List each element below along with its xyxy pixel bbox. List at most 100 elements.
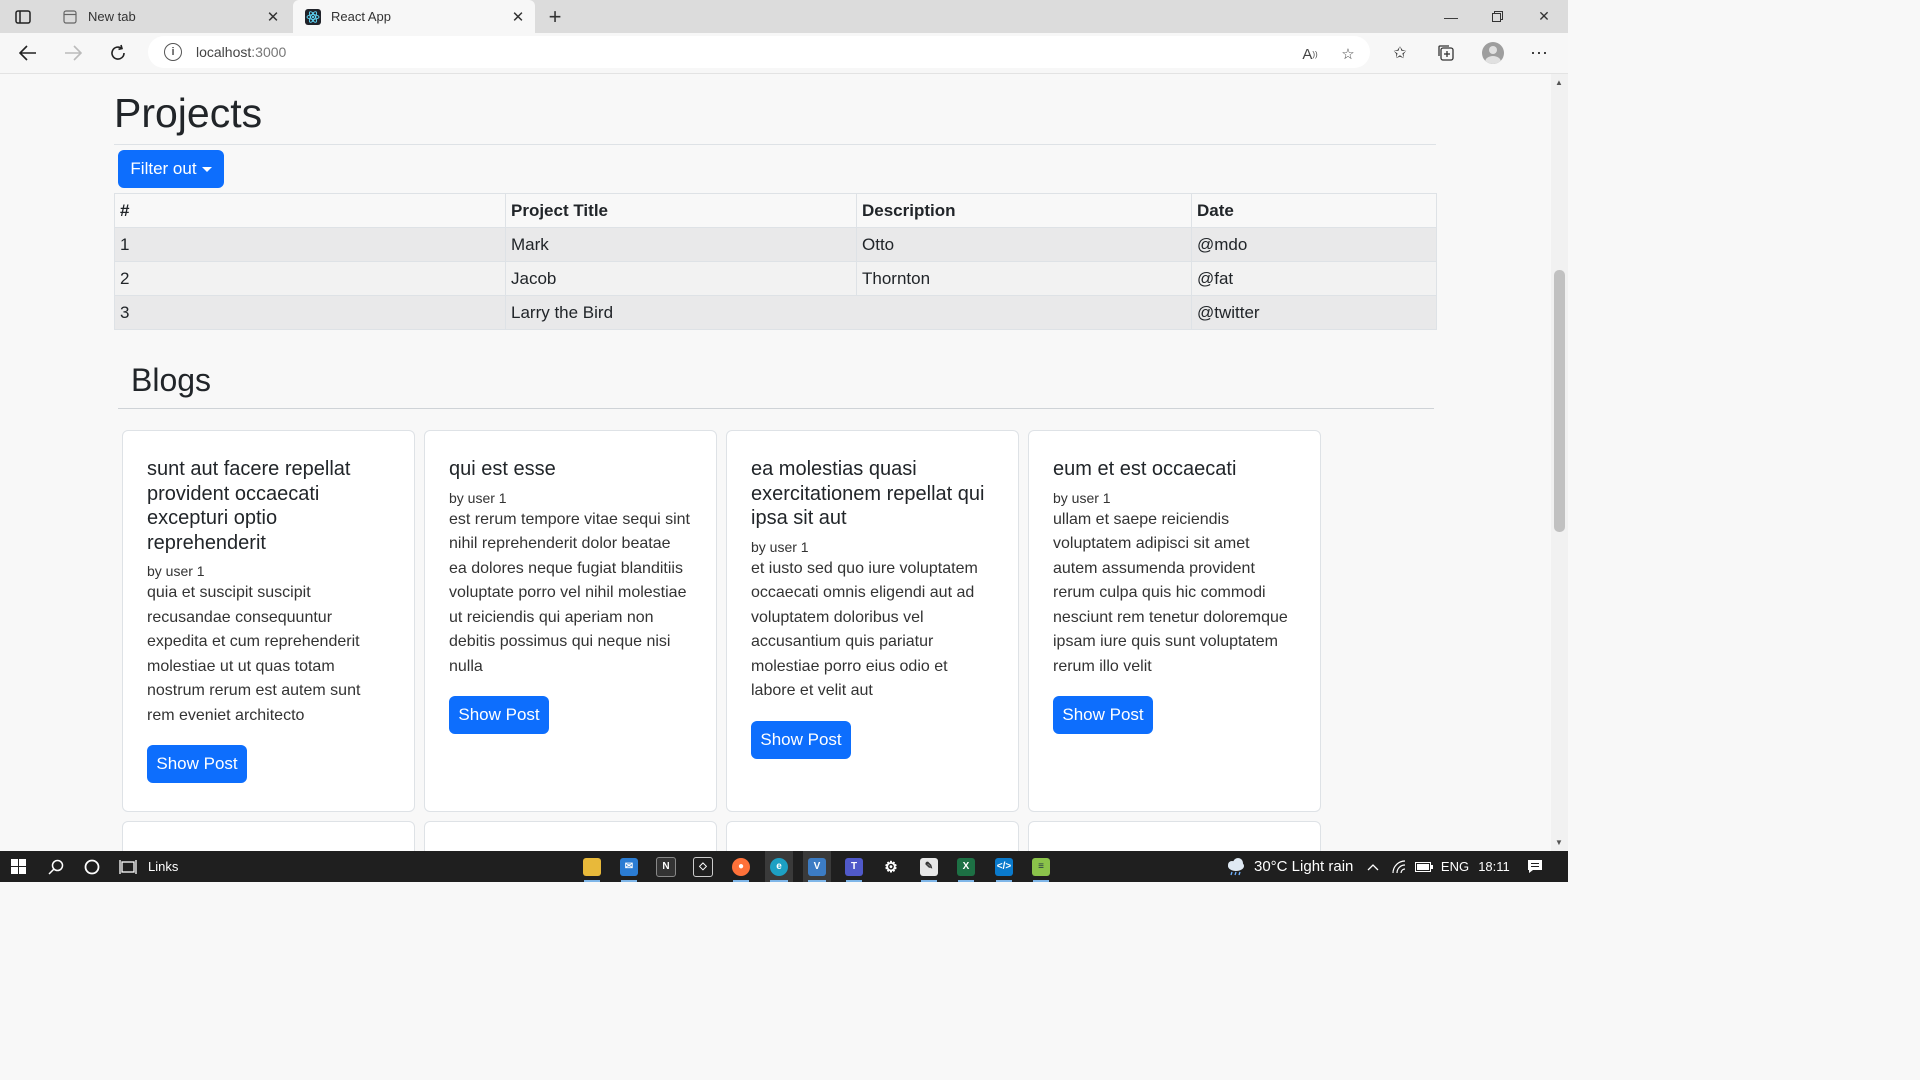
post-title: ea molestias quasi exercitationem repell… [751,458,985,529]
clock[interactable]: 18:11 [1476,851,1512,882]
show-post-button[interactable]: Show Post [449,696,549,734]
post-title: qui est esse [449,458,556,480]
new-tab-page-icon [62,9,78,25]
cortana-icon[interactable] [80,851,104,882]
post-author: by user 1 [449,489,507,506]
close-tab-icon[interactable]: ✕ [262,6,284,28]
links-toolbar[interactable]: Links [148,851,184,882]
column-header: Description [856,193,1192,228]
windows-start-icon[interactable] [6,851,30,882]
post-body: ullam et saepe reiciendis voluptatem adi… [1053,510,1288,675]
page-scrollbar[interactable]: ▲ ▼ [1551,74,1568,851]
windows-taskbar: Links ✉ N ◇ ● e V T ⚙ ✎ X </> ≡ 30°C Lig… [0,851,1568,882]
editor-icon[interactable]: ✎ [916,851,942,882]
blog-card-partial [726,821,1019,851]
edge-icon[interactable]: e [765,851,793,882]
post-title: eum et est occaecati [1053,458,1237,480]
blog-card: ea molestias quasi exercitationem repell… [726,430,1019,812]
more-options-icon[interactable]: ⋯ [1523,37,1555,69]
show-post-button[interactable]: Show Post [751,720,851,759]
task-view-icon[interactable] [116,851,140,882]
table-cell: Otto [856,227,1192,262]
minimize-icon[interactable]: — [1428,0,1474,33]
favorites-icon[interactable]: ✩ [1384,37,1416,69]
browser-toolbar: i localhost:3000 A)) ☆ ✩ ⋯ [0,33,1568,74]
chevron-up-icon[interactable] [1364,851,1382,882]
new-tab-plus-icon[interactable]: + [542,4,568,30]
table-cell: 2 [114,261,506,296]
post-body: et iusto sed quo iure voluptatem occaeca… [751,559,978,700]
profile-avatar[interactable] [1477,37,1509,69]
firefox-icon[interactable]: ● [728,851,754,882]
settings-gear-icon[interactable]: ⚙ [878,851,904,882]
projects-table: # Project Title Description Date 1 Mark … [114,193,1437,330]
filter-out-dropdown-button[interactable]: Filter out [118,150,224,188]
tab-react-app[interactable]: React App ✕ [293,0,535,33]
site-info-icon[interactable]: i [164,43,182,61]
blog-card: qui est esse by user 1 est rerum tempore… [424,430,717,812]
mail-icon[interactable]: ✉ [616,851,642,882]
table-cell: @mdo [1191,227,1437,262]
back-arrow-icon[interactable] [12,37,44,69]
blog-card: eum et est occaecati by user 1 ullam et … [1028,430,1321,812]
projects-divider [114,144,1436,145]
column-header: # [114,193,506,228]
notion-icon[interactable]: N [653,851,679,882]
add-favorite-icon[interactable]: ☆ [1334,40,1362,68]
blog-card-partial [1028,821,1321,851]
tab-new-tab[interactable]: New tab ✕ [50,0,290,33]
tab-title: New tab [88,9,136,24]
post-author: by user 1 [751,538,809,555]
table-cell: Jacob [505,261,857,296]
forward-arrow-icon[interactable] [57,37,89,69]
collections-icon[interactable] [1430,37,1462,69]
file-explorer-icon[interactable] [579,851,605,882]
address-bar[interactable]: i localhost:3000 A)) ☆ [148,36,1370,68]
browser-tab-strip: New tab ✕ React App ✕ + — ✕ [0,0,1568,33]
weather-text[interactable]: 30°C Light rain [1254,851,1360,882]
table-row: 3 Larry the Bird @twitter [114,295,1437,330]
wifi-icon[interactable] [1389,851,1409,882]
blogs-heading: Blogs [131,362,212,398]
table-cell: @twitter [1191,295,1437,330]
battery-icon[interactable] [1414,851,1434,882]
show-post-button[interactable]: Show Post [147,745,247,783]
close-tab-icon[interactable]: ✕ [507,6,529,28]
refresh-icon[interactable] [102,37,134,69]
virtualbox-icon[interactable]: V [803,851,831,882]
blogs-divider [118,408,1434,409]
restore-icon[interactable] [1474,0,1520,33]
scroll-up-icon[interactable]: ▲ [1555,78,1563,87]
table-cell: 3 [114,295,506,330]
blog-card-partial [122,821,415,851]
search-icon[interactable] [44,851,68,882]
table-cell: @fat [1191,261,1437,296]
close-window-icon[interactable]: ✕ [1521,0,1567,33]
weather-cloud-icon[interactable] [1222,851,1250,882]
unity-icon[interactable]: ◇ [690,851,716,882]
table-cell: Thornton [856,261,1192,296]
tab-actions-icon[interactable] [12,6,34,28]
language-indicator[interactable]: ENG [1441,851,1469,882]
react-logo-icon [305,8,321,25]
post-title: sunt aut facere repellat provident occae… [147,458,351,554]
post-body: est rerum tempore vitae sequi sint nihil… [449,510,690,675]
page-viewport: Projects Filter out # Project Title Desc… [0,74,1551,851]
column-header: Project Title [505,193,857,228]
teams-icon[interactable]: T [841,851,867,882]
scroll-down-icon[interactable]: ▼ [1555,838,1563,847]
notifications-icon[interactable] [1522,851,1548,882]
notepad-icon[interactable]: ≡ [1028,851,1054,882]
scrollbar-thumb[interactable] [1554,270,1565,532]
url-text: localhost:3000 [196,44,287,60]
column-header: Date [1191,193,1437,228]
post-body: quia et suscipit suscipit recusandae con… [147,584,361,724]
vscode-icon[interactable]: </> [991,851,1017,882]
blog-card-partial [424,821,717,851]
show-post-button[interactable]: Show Post [1053,696,1153,734]
read-aloud-icon[interactable]: A)) [1296,40,1324,68]
table-cell: Mark [505,227,857,262]
post-author: by user 1 [1053,489,1111,506]
table-cell: 1 [114,227,506,262]
excel-icon[interactable]: X [953,851,979,882]
